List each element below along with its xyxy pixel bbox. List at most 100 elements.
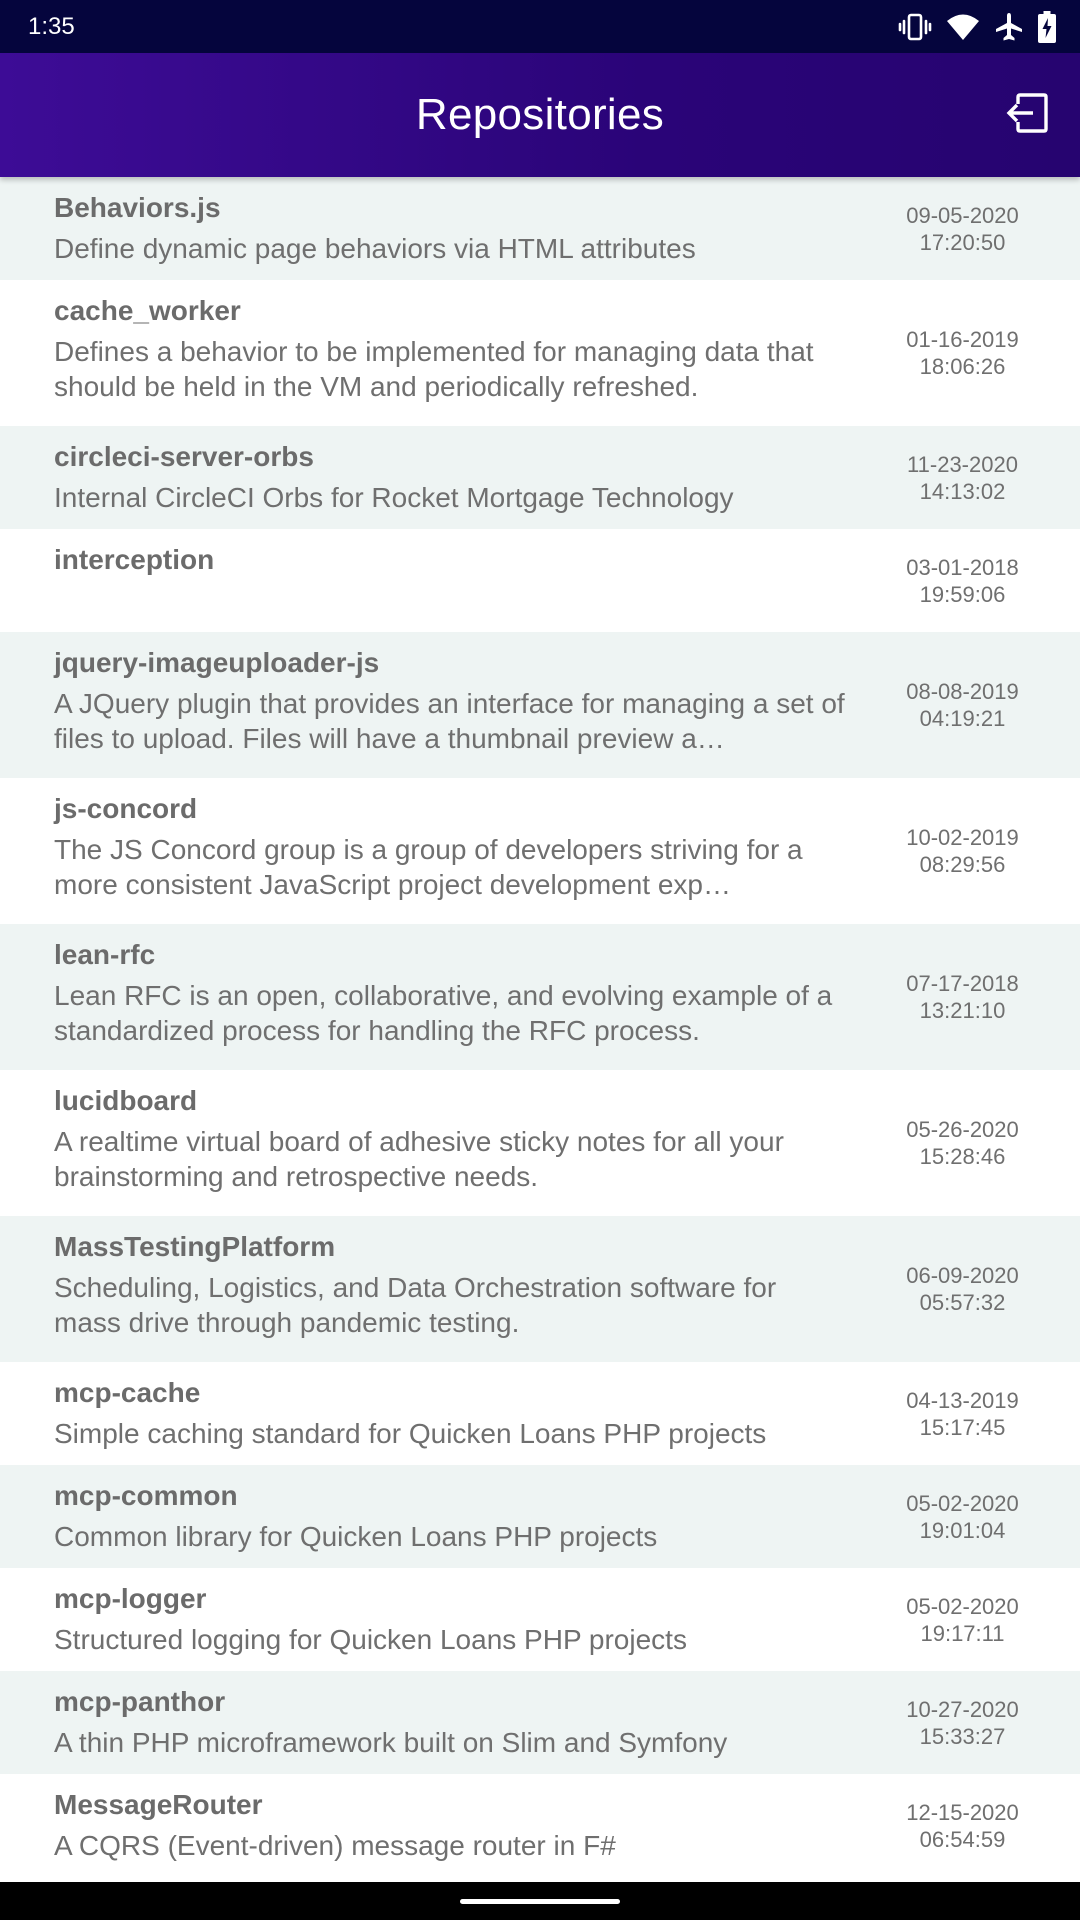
status-bar: 1:35 xyxy=(0,0,1080,53)
repository-date: 11-23-2020 xyxy=(907,451,1018,477)
app-bar: Repositories xyxy=(0,53,1080,177)
repository-description: Structured logging for Quicken Loans PHP… xyxy=(54,1624,687,1655)
repository-text: MassTestingPlatform Scheduling, Logistics… xyxy=(54,1230,849,1340)
repository-time: 19:59:06 xyxy=(919,581,1006,607)
repository-name: lean-rfc xyxy=(54,939,156,970)
repository-row[interactable]: circleci-server-orbs Internal CircleCI Or… xyxy=(0,426,1080,529)
repository-name: mcp-logger xyxy=(54,1583,207,1614)
repository-updated: 05-02-2020 19:17:11 xyxy=(885,1593,1040,1647)
repository-text: cache_worker Defines a behavior to be imp… xyxy=(54,294,849,404)
repository-time: 08:29:56 xyxy=(919,852,1006,877)
status-time: 1:35 xyxy=(28,13,75,40)
repository-row[interactable]: mcp-cache Simple caching standard for Qui… xyxy=(0,1362,1080,1465)
repository-description: The JS Concord group is a group of devel… xyxy=(54,834,803,900)
repository-text: Behaviors.js Define dynamic page behavior… xyxy=(54,191,849,266)
repository-updated: 09-05-2020 17:20:50 xyxy=(885,202,1040,256)
repository-name: circleci-server-orbs xyxy=(54,441,314,472)
repository-row[interactable]: mcp-common Common library for Quicken Loa… xyxy=(0,1465,1080,1568)
repository-time: 15:17:45 xyxy=(919,1414,1006,1440)
repository-updated: 11-23-2020 14:13:02 xyxy=(885,451,1040,505)
vibrate-icon xyxy=(898,12,932,42)
repository-time: 13:21:10 xyxy=(919,998,1006,1023)
repository-time: 04:19:21 xyxy=(919,706,1006,731)
repository-updated: 07-17-2018 13:21:10 xyxy=(885,970,1040,1024)
wifi-icon xyxy=(946,12,980,42)
repository-text: mcp-panthor A thin PHP microframework bui… xyxy=(54,1685,849,1760)
repository-description: Scheduling, Logistics, and Data Orchestr… xyxy=(54,1272,777,1338)
repository-row[interactable]: mcp-panthor A thin PHP microframework bui… xyxy=(0,1671,1080,1774)
repository-date: 07-17-2018 xyxy=(906,971,1019,996)
repository-description: Defines a behavior to be implemented for… xyxy=(54,336,814,402)
repository-text: mcp-cache Simple caching standard for Qui… xyxy=(54,1376,849,1451)
repository-name: jquery-imageuploader-js xyxy=(54,647,380,678)
repository-date: 04-13-2019 xyxy=(906,1387,1019,1413)
repository-description: Common library for Quicken Loans PHP pro… xyxy=(54,1521,658,1552)
repository-name: MessageRouter xyxy=(54,1789,263,1820)
repository-updated: 10-02-2019 08:29:56 xyxy=(885,824,1040,878)
repository-time: 05:57:32 xyxy=(919,1290,1006,1315)
repository-row[interactable]: Behaviors.js Define dynamic page behavior… xyxy=(0,177,1080,280)
repository-description: A JQuery plugin that provides an interfa… xyxy=(54,688,845,754)
repository-text: mcp-logger Structured logging for Quicken… xyxy=(54,1582,849,1657)
repository-row[interactable]: mcp-logger Structured logging for Quicken… xyxy=(0,1568,1080,1671)
navigation-bar xyxy=(0,1882,1080,1920)
repository-row[interactable]: interception 03-01-2018 19:59:06 xyxy=(0,529,1080,632)
repository-date: 05-02-2020 xyxy=(906,1490,1019,1516)
repository-time: 18:06:26 xyxy=(919,354,1006,379)
repository-row[interactable]: cache_worker Defines a behavior to be imp… xyxy=(0,280,1080,426)
repository-date: 10-02-2019 xyxy=(906,825,1019,850)
logout-button[interactable] xyxy=(1002,89,1054,141)
repository-name: mcp-cache xyxy=(54,1377,201,1408)
repository-text: jquery-imageuploader-js A JQuery plugin t… xyxy=(54,646,849,756)
page-title: Repositories xyxy=(415,90,665,139)
repository-updated: 05-26-2020 15:28:46 xyxy=(885,1116,1040,1170)
repository-row[interactable]: js-concord The JS Concord group is a grou… xyxy=(0,778,1080,924)
repository-text: lean-rfc Lean RFC is an open, collaborati… xyxy=(54,938,849,1048)
repository-date: 03-01-2018 xyxy=(906,554,1019,580)
repository-text: js-concord The JS Concord group is a grou… xyxy=(54,792,849,902)
repository-date: 12-15-2020 xyxy=(906,1799,1019,1825)
repository-description: A realtime virtual board of adhesive sti… xyxy=(54,1126,784,1192)
repository-updated: 08-08-2019 04:19:21 xyxy=(885,678,1040,732)
status-icons xyxy=(898,10,1056,44)
repository-text: mcp-common Common library for Quicken Loa… xyxy=(54,1479,849,1554)
repository-description: Lean RFC is an open, collaborative, and … xyxy=(54,980,833,1046)
repository-time: 15:28:46 xyxy=(919,1144,1006,1169)
repository-row[interactable]: lean-rfc Lean RFC is an open, collaborati… xyxy=(0,924,1080,1070)
repository-updated: 05-02-2020 19:01:04 xyxy=(885,1490,1040,1544)
logout-icon xyxy=(1006,91,1050,140)
repository-name: mcp-panthor xyxy=(54,1686,226,1717)
repository-updated: 10-27-2020 15:33:27 xyxy=(885,1696,1040,1750)
repository-name: mcp-common xyxy=(54,1480,238,1511)
repository-date: 08-08-2019 xyxy=(906,679,1019,704)
repository-date: 06-09-2020 xyxy=(906,1263,1019,1288)
repository-updated: 04-13-2019 15:17:45 xyxy=(885,1387,1040,1441)
repository-text: circleci-server-orbs Internal CircleCI Or… xyxy=(54,440,849,515)
repository-text: MessageRouter A CQRS (Event-driven) messa… xyxy=(54,1788,849,1863)
repository-name: lucidboard xyxy=(54,1085,198,1116)
repository-date: 01-16-2019 xyxy=(906,327,1019,352)
repository-date: 09-05-2020 xyxy=(906,202,1019,228)
repository-list[interactable]: Behaviors.js Define dynamic page behavior… xyxy=(0,177,1080,1882)
repository-name: interception xyxy=(54,544,215,575)
repository-date: 10-27-2020 xyxy=(906,1696,1019,1722)
repository-description: A CQRS (Event-driven) message router in … xyxy=(54,1830,616,1861)
repository-row[interactable]: MessageRouter A CQRS (Event-driven) messa… xyxy=(0,1774,1080,1877)
repository-time: 19:01:04 xyxy=(919,1517,1006,1543)
repository-description: Simple caching standard for Quicken Loan… xyxy=(54,1418,767,1449)
repository-time: 19:17:11 xyxy=(920,1620,1005,1646)
airplane-icon xyxy=(994,12,1024,42)
repository-text: interception xyxy=(54,543,849,583)
repository-name: MassTestingPlatform xyxy=(54,1231,336,1262)
repository-name: Behaviors.js xyxy=(54,192,221,223)
repository-row[interactable]: MassTestingPlatform Scheduling, Logistics… xyxy=(0,1216,1080,1362)
repository-description: A thin PHP microframework built on Slim … xyxy=(54,1727,728,1758)
home-gesture-handle[interactable] xyxy=(460,1899,620,1904)
repository-updated: 03-01-2018 19:59:06 xyxy=(885,554,1040,608)
repository-row[interactable]: lucidboard A realtime virtual board of ad… xyxy=(0,1070,1080,1216)
repository-date: 05-02-2020 xyxy=(906,1593,1019,1619)
repository-row[interactable]: jquery-imageuploader-js A JQuery plugin t… xyxy=(0,632,1080,778)
repository-time: 14:13:02 xyxy=(919,478,1006,504)
repository-date: 05-26-2020 xyxy=(906,1117,1019,1142)
repository-updated: 01-16-2019 18:06:26 xyxy=(885,326,1040,380)
